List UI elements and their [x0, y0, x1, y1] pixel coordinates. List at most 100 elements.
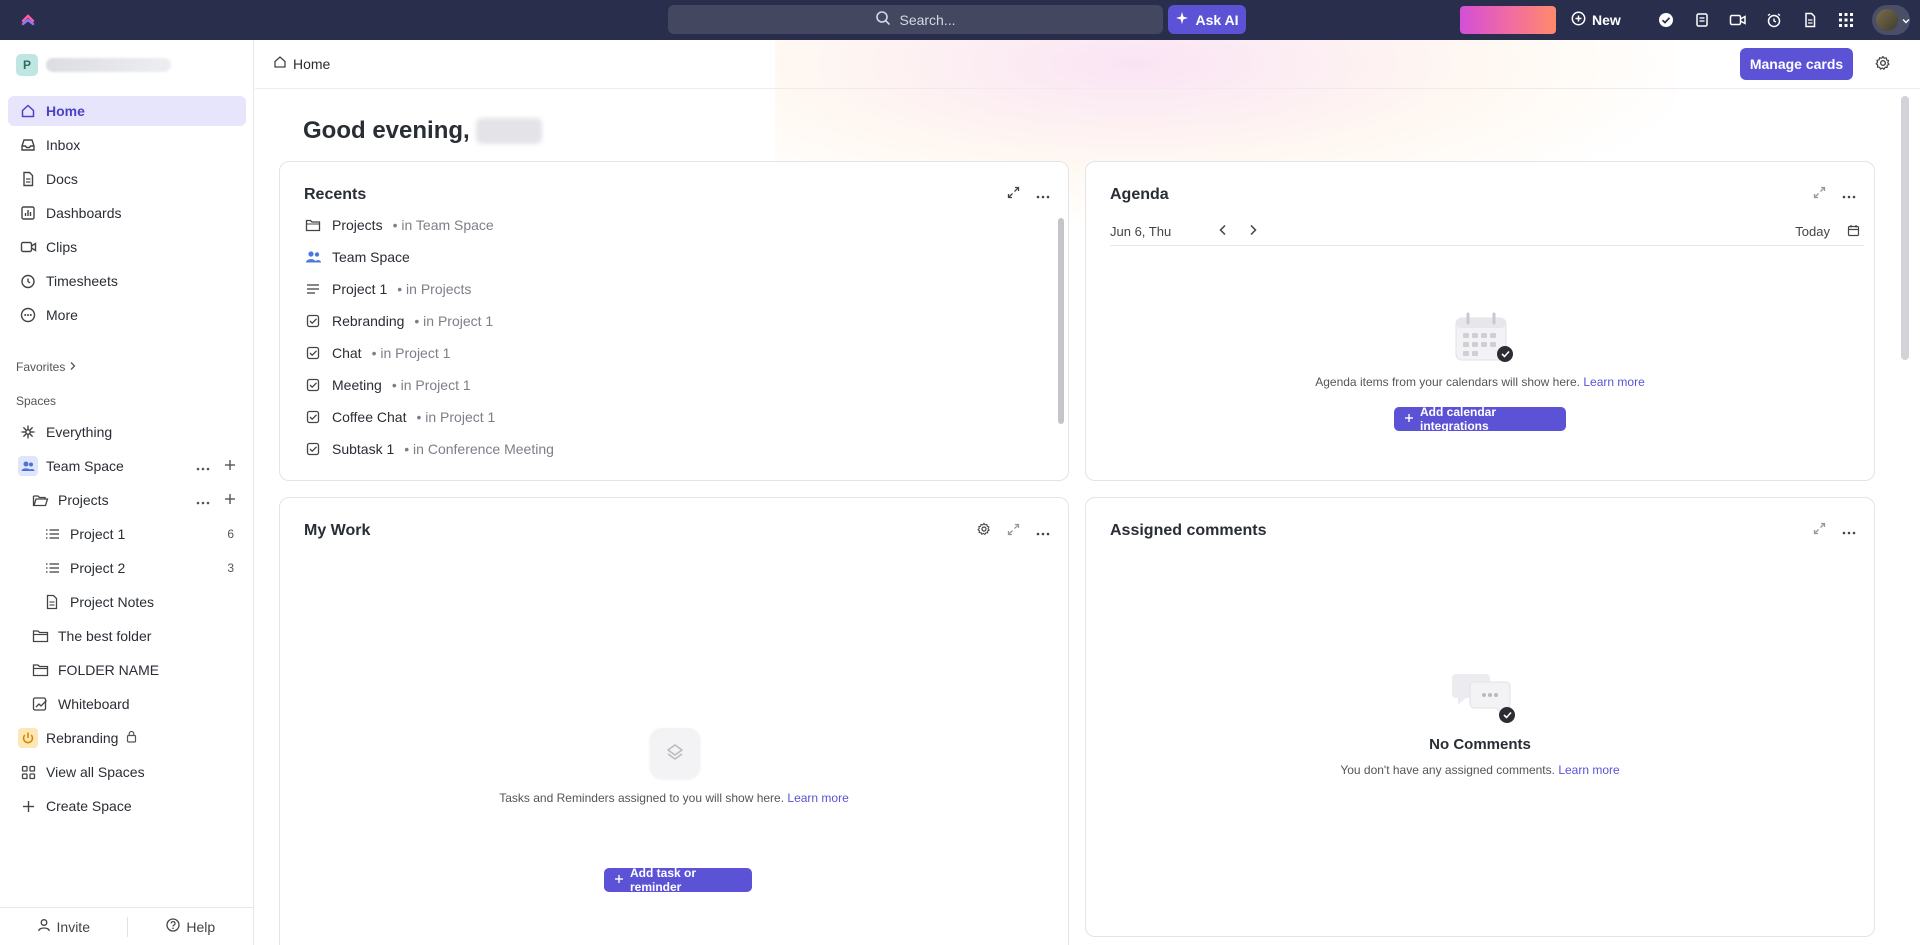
chevron-left-icon[interactable]	[1218, 224, 1228, 239]
search-icon	[875, 10, 891, 29]
clickup-logo-icon[interactable]	[18, 9, 38, 29]
sidebar-item-label: Project Notes	[70, 594, 155, 610]
card-title: Agenda	[1110, 186, 1169, 203]
header-bar: Home Manage cards	[255, 40, 1920, 89]
ask-ai-button[interactable]: Ask AI	[1168, 5, 1246, 34]
help-button[interactable]: Help	[128, 918, 255, 935]
sidebar-item-view-all-spaces[interactable]: View all Spaces	[8, 757, 246, 787]
recent-item[interactable]: Chat • in Project 1	[304, 342, 450, 364]
chevron-right-icon[interactable]	[1248, 224, 1258, 239]
ellipsis-icon[interactable]	[1036, 186, 1050, 204]
alarm-clock-icon[interactable]	[1764, 10, 1784, 30]
plus-icon[interactable]	[224, 458, 236, 474]
sidebar-item-project-1[interactable]: Project 1 6	[32, 519, 246, 549]
sidebar-item-label: Create Space	[46, 798, 132, 814]
sidebar-item-project-2[interactable]: Project 2 3	[32, 553, 246, 583]
sidebar-item-team-space[interactable]: Team Space	[8, 451, 246, 481]
sidebar-item-folder-name[interactable]: FOLDER NAME	[20, 655, 246, 685]
sidebar-item-projects[interactable]: Projects	[20, 485, 246, 515]
ellipsis-icon[interactable]	[1842, 186, 1856, 204]
check-circle-icon[interactable]	[1656, 10, 1676, 30]
sidebar-item-docs[interactable]: Docs	[8, 164, 246, 194]
greeting-text: Good evening,	[303, 117, 470, 144]
sidebar-item-label: Projects	[58, 492, 109, 508]
today-button[interactable]: Today	[1795, 224, 1830, 239]
recent-name: Projects	[332, 217, 383, 233]
whiteboard-icon	[24, 696, 56, 712]
add-calendar-integrations-button[interactable]: Add calendar integrations	[1394, 405, 1566, 433]
plus-icon[interactable]	[224, 492, 236, 508]
sidebar-item-inbox[interactable]: Inbox	[8, 130, 246, 160]
ellipsis-icon[interactable]	[196, 458, 210, 474]
calendar-icon[interactable]	[1847, 224, 1860, 240]
gear-icon[interactable]	[977, 522, 991, 541]
recent-item[interactable]: Project 1 • in Projects	[304, 278, 471, 300]
sidebar-item-label: Project 2	[70, 560, 126, 576]
sidebar-item-label: Home	[46, 103, 85, 119]
notepad-icon[interactable]	[1692, 10, 1712, 30]
task-check-icon	[304, 346, 322, 360]
sidebar-item-more[interactable]: More	[8, 300, 246, 330]
gear-icon[interactable]	[1875, 55, 1891, 76]
sidebar-item-whiteboard[interactable]: Whiteboard	[20, 689, 246, 719]
sidebar-item-timesheets[interactable]: Timesheets	[8, 266, 246, 296]
my-work-empty-text: Tasks and Reminders assigned to you will…	[499, 791, 785, 805]
workspace-switcher[interactable]: P	[16, 54, 171, 76]
expand-icon[interactable]	[1813, 186, 1826, 204]
recent-item[interactable]: Meeting • in Project 1	[304, 374, 471, 396]
recent-location: • in Project 1	[371, 345, 451, 361]
my-work-empty-message: Tasks and Reminders assigned to you will…	[280, 791, 1068, 805]
promo-banner[interactable]	[1460, 6, 1556, 34]
ellipsis-icon[interactable]	[1842, 522, 1856, 540]
recents-scrollbar[interactable]	[1058, 218, 1064, 424]
spaces-label: Spaces	[16, 394, 57, 408]
sidebar-item-clips[interactable]: Clips	[8, 232, 246, 262]
sidebar-item-everything[interactable]: Everything	[8, 417, 246, 447]
plus-icon	[12, 800, 44, 813]
user-avatar-menu[interactable]	[1872, 5, 1910, 35]
expand-icon[interactable]	[1007, 523, 1020, 541]
breadcrumb[interactable]: Home	[273, 55, 330, 72]
recent-item[interactable]: Team Space	[304, 246, 420, 268]
apps-grid-icon[interactable]	[1836, 10, 1856, 30]
workspace-badge: P	[16, 54, 38, 76]
recent-item[interactable]: Subtask 1 • in Conference Meeting	[304, 438, 554, 460]
search-bar[interactable]: Search...	[668, 5, 1163, 34]
sidebar-item-the-best-folder[interactable]: The best folder	[20, 621, 246, 651]
learn-more-link[interactable]: Learn more	[1558, 763, 1619, 777]
sidebar-item-home[interactable]: Home	[8, 96, 246, 126]
recent-item[interactable]: Coffee Chat • in Project 1	[304, 406, 495, 428]
agenda-date: Jun 6, Thu	[1110, 224, 1172, 239]
folder-open-icon	[24, 493, 56, 508]
sidebar-item-label: Rebranding	[46, 730, 119, 746]
agenda-card: Agenda Jun 6, Thu Today Agenda items fro…	[1085, 161, 1875, 481]
document-icon[interactable]	[1800, 10, 1820, 30]
recent-item[interactable]: Projects • in Team Space	[304, 214, 494, 236]
sidebar-item-project-notes[interactable]: Project Notes	[32, 587, 246, 617]
ellipsis-icon[interactable]	[196, 492, 210, 508]
new-button[interactable]: New	[1571, 5, 1621, 34]
learn-more-link[interactable]: Learn more	[787, 791, 848, 805]
everything-icon	[12, 424, 44, 440]
add-task-or-reminder-button[interactable]: Add task or reminder	[604, 866, 752, 894]
learn-more-link[interactable]: Learn more	[1583, 375, 1644, 389]
task-check-icon	[304, 410, 322, 424]
recent-name: Coffee Chat	[332, 409, 407, 425]
expand-icon[interactable]	[1007, 186, 1020, 204]
recent-name: Meeting	[332, 377, 382, 393]
page-scrollbar[interactable]	[1901, 96, 1909, 360]
sidebar-item-dashboards[interactable]: Dashboards	[8, 198, 246, 228]
invite-button[interactable]: Invite	[0, 918, 127, 935]
favorites-section[interactable]: Favorites	[16, 360, 77, 374]
video-icon[interactable]	[1728, 10, 1748, 30]
list-icon	[36, 562, 68, 574]
ellipsis-icon[interactable]	[1036, 523, 1050, 541]
sidebar-item-create-space[interactable]: Create Space	[8, 791, 246, 821]
sidebar-item-rebranding[interactable]: Rebranding	[8, 723, 246, 753]
invite-label: Invite	[56, 918, 90, 935]
expand-icon[interactable]	[1813, 522, 1826, 540]
manage-cards-button[interactable]: Manage cards	[1740, 48, 1853, 80]
recent-item[interactable]: Rebranding • in Project 1	[304, 310, 493, 332]
breadcrumb-home: Home	[293, 55, 331, 72]
grid-icon	[12, 765, 44, 780]
